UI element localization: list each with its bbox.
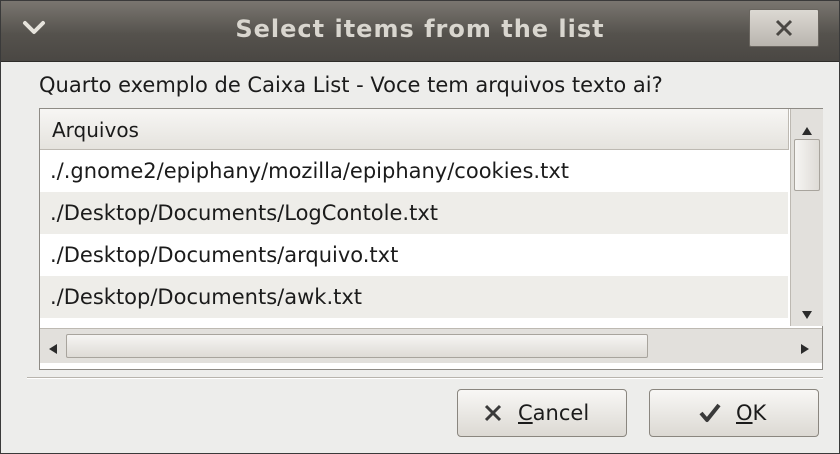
window-close-button[interactable] <box>749 9 819 47</box>
close-icon <box>775 19 793 37</box>
close-icon <box>482 402 504 429</box>
scroll-right-arrow-icon[interactable] <box>800 340 810 359</box>
column-header-label: Arquivos <box>52 118 139 142</box>
scroll-left-arrow-icon[interactable] <box>48 340 58 359</box>
button-separator <box>27 377 823 379</box>
list-item[interactable]: ./.gnome2/epiphany/mozilla/epiphany/cook… <box>40 150 788 192</box>
scroll-down-arrow-icon[interactable] <box>801 305 813 324</box>
ok-button[interactable]: OK <box>649 389 819 437</box>
cancel-mnemonic: C <box>518 401 533 425</box>
horizontal-scroll-thumb[interactable] <box>66 334 648 358</box>
scroll-up-arrow-icon[interactable] <box>801 121 813 140</box>
list-rows: ./.gnome2/epiphany/mozilla/epiphany/cook… <box>40 150 788 318</box>
list-item[interactable]: ./Desktop/Documents/awk.txt <box>40 276 788 318</box>
list-item[interactable]: ./Desktop/Documents/arquivo.txt <box>40 234 788 276</box>
cancel-button[interactable]: Cancel <box>457 389 627 437</box>
ok-label-rest: K <box>752 401 767 425</box>
column-header-arquivos[interactable]: Arquivos <box>40 109 789 150</box>
vertical-scroll-thumb[interactable] <box>794 139 820 191</box>
vertical-scrollbar[interactable] <box>790 109 823 326</box>
file-list[interactable]: Arquivos ./.gnome2/epiphany/mozilla/epip… <box>39 108 823 370</box>
ok-mnemonic: O <box>736 401 753 425</box>
horizontal-scrollbar[interactable] <box>40 328 822 363</box>
cancel-button-label: Cancel <box>518 401 589 425</box>
ok-button-label: OK <box>736 401 766 425</box>
window-title: Select items from the list <box>235 15 605 43</box>
title-bar[interactable]: Select items from the list <box>1 1 839 62</box>
dialog-window: Select items from the list Quarto exempl… <box>0 0 840 454</box>
cancel-label-rest: ancel <box>532 401 590 425</box>
list-item[interactable]: ./Desktop/Documents/LogContole.txt <box>40 192 788 234</box>
checkmark-icon <box>698 402 722 429</box>
dialog-prompt: Quarto exemplo de Caixa List - Voce tem … <box>39 73 663 97</box>
